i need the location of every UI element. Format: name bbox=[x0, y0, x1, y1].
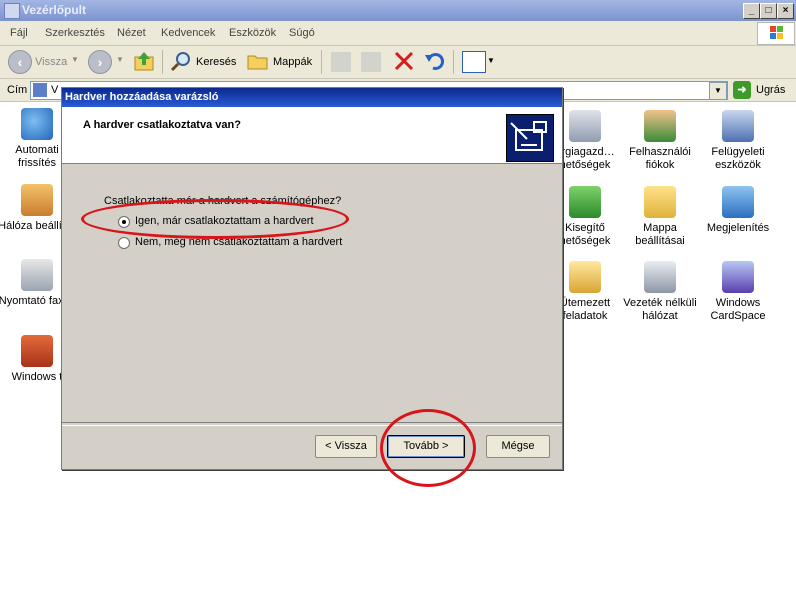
menu-edit[interactable]: Szerkesztés bbox=[45, 27, 105, 39]
back-button[interactable]: < Vissza bbox=[315, 435, 377, 458]
icon-display[interactable]: Megjelenítés bbox=[698, 186, 778, 235]
network-house-icon bbox=[21, 184, 53, 216]
icon-folder-options[interactable]: Mappa beállításai bbox=[620, 186, 700, 248]
search-button-label[interactable]: Keresés bbox=[196, 56, 236, 68]
icon-wireless-network[interactable]: Vezeték nélküli hálózat bbox=[620, 261, 700, 323]
icon-user-accounts[interactable]: Felhasználói fiókok bbox=[620, 110, 700, 172]
dialog-title: Hardver hozzáadása varázsló bbox=[65, 91, 219, 103]
menubar: Fájl Szerkesztés Nézet Kedvencek Eszközö… bbox=[0, 21, 796, 46]
menu-view[interactable]: Nézet bbox=[117, 27, 146, 39]
icon-admin-tools[interactable]: Felügyeleti eszközök bbox=[698, 110, 778, 172]
folders-icon[interactable] bbox=[247, 51, 269, 71]
folder-options-icon bbox=[644, 186, 676, 218]
address-label: Cím bbox=[7, 84, 28, 96]
go-button-label[interactable]: Ugrás bbox=[756, 84, 785, 96]
control-panel-small-icon bbox=[33, 83, 47, 97]
dialog-separator bbox=[62, 422, 562, 426]
cardspace-icon bbox=[722, 261, 754, 293]
address-value: V bbox=[51, 84, 59, 96]
back-dropdown-icon[interactable]: ▼ bbox=[71, 55, 79, 64]
highlight-ring-next-button bbox=[380, 409, 476, 487]
toolbar: ‹ Vissza ▼ › ▼ Keresés Mappák ▼ bbox=[0, 46, 796, 79]
search-icon[interactable] bbox=[170, 50, 192, 72]
forward-dropdown-icon[interactable]: ▼ bbox=[116, 55, 124, 64]
menu-help[interactable]: Súgó bbox=[289, 27, 315, 39]
highlight-ring-yes-option bbox=[81, 199, 349, 239]
dialog-header: A hardver csatlakoztatva van? bbox=[62, 107, 562, 164]
move-to-icon[interactable] bbox=[331, 52, 351, 72]
delete-icon[interactable] bbox=[393, 50, 415, 72]
windows-logo-icon bbox=[757, 22, 795, 45]
power-plug-icon bbox=[569, 110, 601, 142]
menu-tools[interactable]: Eszközök bbox=[229, 27, 276, 39]
copy-to-icon[interactable] bbox=[361, 52, 381, 72]
window-title: Vezérlőpult bbox=[22, 3, 87, 17]
address-dropdown-icon[interactable]: ▼ bbox=[709, 82, 727, 100]
views-dropdown-icon[interactable]: ▼ bbox=[487, 56, 495, 65]
dialog-heading: A hardver csatlakoztatva van? bbox=[83, 119, 241, 131]
dialog-titlebar: Hardver hozzáadása varázsló bbox=[62, 88, 562, 107]
undo-icon[interactable] bbox=[424, 50, 446, 72]
icon-windows-cardspace[interactable]: Windows CardSpace bbox=[698, 261, 778, 323]
admin-tools-icon bbox=[722, 110, 754, 142]
back-arrow-icon[interactable]: ‹ bbox=[8, 50, 32, 74]
display-icon bbox=[722, 186, 754, 218]
menu-file[interactable]: Fájl bbox=[10, 27, 28, 39]
accessibility-icon bbox=[569, 186, 601, 218]
up-folder-icon[interactable] bbox=[133, 50, 155, 72]
menu-favorites[interactable]: Kedvencek bbox=[161, 27, 215, 39]
radio-no[interactable] bbox=[118, 237, 130, 249]
maximize-button[interactable]: □ bbox=[760, 3, 777, 19]
firewall-icon bbox=[21, 335, 53, 367]
add-hardware-wizard-dialog: Hardver hozzáadása varázsló A hardver cs… bbox=[61, 87, 563, 470]
views-icon[interactable] bbox=[462, 51, 486, 73]
go-arrow-icon[interactable]: ➜ bbox=[733, 81, 751, 99]
minimize-button[interactable]: _ bbox=[743, 3, 760, 19]
back-button-label[interactable]: Vissza bbox=[35, 56, 67, 68]
folders-button-label[interactable]: Mappák bbox=[273, 56, 312, 68]
scheduled-tasks-icon bbox=[569, 261, 601, 293]
forward-arrow-icon[interactable]: › bbox=[88, 50, 112, 74]
hardware-wizard-icon bbox=[506, 114, 554, 162]
cancel-button[interactable]: Mégse bbox=[486, 435, 550, 458]
close-button[interactable]: × bbox=[777, 3, 794, 19]
shield-globe-icon bbox=[21, 108, 53, 140]
printer-icon bbox=[21, 259, 53, 291]
control-panel-icon bbox=[4, 3, 20, 19]
users-icon bbox=[644, 110, 676, 142]
wireless-icon bbox=[644, 261, 676, 293]
window-titlebar: Vezérlőpult _ □ × bbox=[0, 0, 796, 21]
